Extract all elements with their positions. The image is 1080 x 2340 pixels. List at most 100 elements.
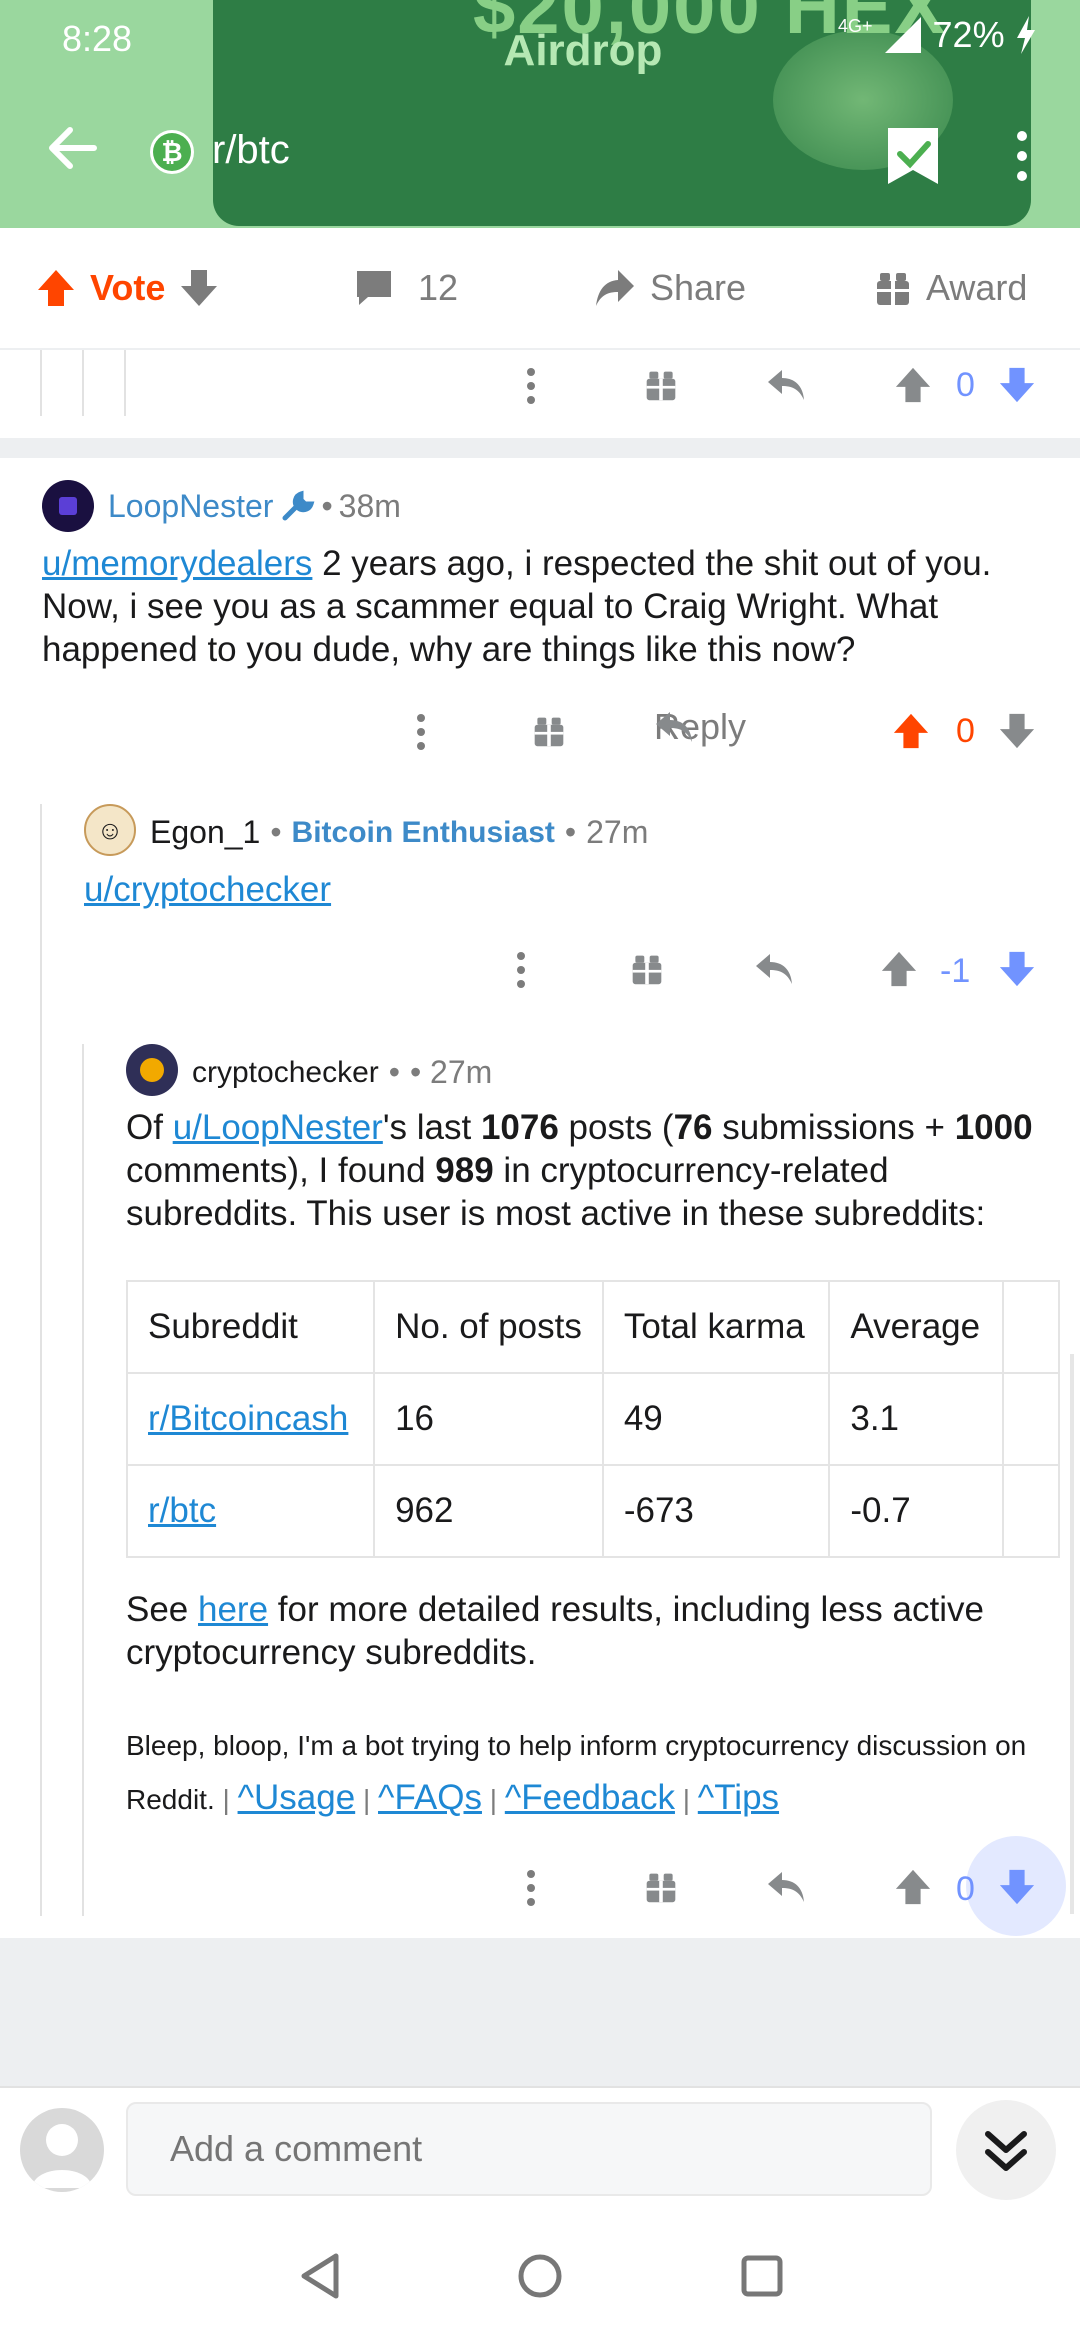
table-row: r/btc 962 -673 -0.7 [126,1464,1060,1558]
reply-icon[interactable] [766,1870,806,1904]
nav-back-icon[interactable] [298,2252,342,2300]
comment-input[interactable] [126,2102,932,2196]
charging-icon [1016,16,1035,54]
person-icon [32,2124,92,2188]
comment2-header: Egon_1 • Bitcoin Enthusiast • 27m [150,814,649,851]
table-header-row: Subreddit No. of posts Total karma Avera… [126,1280,1060,1374]
nav-home-icon[interactable] [516,2252,564,2300]
comment-time: 38m [338,488,401,524]
bitcoin-icon: ₿ [153,133,191,171]
avatar[interactable] [42,480,94,532]
post-action-bar: Vote 12 Share Award [0,228,1080,350]
share-label: Share [650,267,747,308]
tips-link[interactable]: ^Tips [698,1778,779,1817]
more-options-icon[interactable] [414,712,428,752]
downvote-icon[interactable] [998,950,1036,988]
author-name[interactable]: cryptochecker [192,1056,379,1090]
comment3-paragraph-1: Of u/LoopNester's last 1076 posts (76 su… [126,1108,1033,1233]
subreddit-logo[interactable]: ₿ [146,126,198,178]
gift-icon[interactable] [644,1870,678,1904]
more-options-icon[interactable] [524,366,538,406]
more-options-icon[interactable] [514,950,528,990]
list-end-spacer [0,1938,1080,2086]
comment-time: • 27m [409,1054,493,1090]
thread-line[interactable] [82,1044,84,1916]
thread-line[interactable] [40,804,42,1916]
reply-button[interactable]: Reply [654,706,746,748]
usage-link[interactable]: ^Usage [238,1778,356,1817]
upvote-icon[interactable] [894,1868,932,1906]
table-scrollbar[interactable] [1070,1354,1074,1914]
saved-bookmark-icon[interactable] [884,124,942,188]
award-button[interactable]: Award [874,228,1027,348]
system-nav-bar [0,2222,1080,2340]
column-header: Subreddit [126,1280,376,1374]
table-cell: 3.1 [828,1372,1004,1466]
comment-icon [357,271,391,305]
user-mention-link[interactable]: u/memorydealers [42,544,312,583]
downvote-icon[interactable] [998,1868,1036,1906]
upvote-icon[interactable] [892,712,930,750]
avatar[interactable] [126,1044,178,1096]
nav-recents-icon[interactable] [740,2254,784,2298]
gift-icon[interactable] [630,952,664,986]
downvote-icon[interactable] [179,268,219,308]
thread-separator [0,438,1080,458]
table-cell: 16 [373,1372,604,1466]
subreddit-link[interactable]: r/Bitcoincash [148,1399,348,1438]
author-name[interactable]: LoopNester [108,488,273,525]
downvote-icon[interactable] [998,712,1036,750]
comment-time: 27m [586,814,649,850]
double-chevron-down-icon [985,2131,1027,2171]
upvote-icon[interactable] [36,268,76,308]
reply-icon[interactable] [754,952,794,986]
column-header: No. of posts [373,1280,604,1374]
table-cell: -0.7 [828,1464,1004,1558]
bot-footer: Bleep, bloop, I'm a bot trying to help i… [126,1730,1027,1817]
network-label: 4G+ [838,15,873,36]
share-button[interactable]: Share [594,228,746,348]
gift-icon[interactable] [644,368,678,402]
table-cell: 49 [601,1372,831,1466]
subreddit-stats-table[interactable]: Subreddit No. of posts Total karma Avera… [126,1280,1060,1558]
gift-icon [877,273,909,305]
faqs-link[interactable]: ^FAQs [378,1778,482,1817]
comment1-score: 0 [956,712,975,750]
collapse-comments-button[interactable] [956,2100,1056,2200]
feedback-link[interactable]: ^Feedback [505,1778,675,1817]
subreddit-link[interactable]: r/btc [148,1491,216,1530]
share-icon [596,270,634,306]
author-name[interactable]: Egon_1 [150,814,260,851]
table-cell: -673 [601,1464,831,1558]
moderator-wrench-icon [282,490,315,520]
comment3-paragraph-2: See here for more detailed results, incl… [126,1590,984,1672]
downvote-icon[interactable] [998,366,1036,404]
user-mention-link[interactable]: u/cryptochecker [84,870,331,909]
upvote-icon[interactable] [880,950,918,988]
subreddit-title[interactable]: r/btc [212,128,290,173]
reply-icon[interactable] [766,368,806,402]
back-arrow-icon[interactable] [44,120,100,176]
comments-button[interactable]: 12 [354,228,458,348]
gift-icon[interactable] [532,714,566,748]
award-label: Award [926,267,1028,308]
status-indicators: 4G+ 72% [838,14,1037,56]
user-avatar[interactable] [20,2108,104,2192]
status-time: 8:28 [62,18,133,59]
comment2-body: u/cryptochecker [84,868,331,911]
details-link[interactable]: here [198,1590,268,1629]
overflow-menu-icon[interactable] [1012,128,1032,184]
more-options-icon[interactable] [524,1868,538,1908]
reply-icon [656,712,692,742]
user-mention-link[interactable]: u/LoopNester [173,1108,383,1147]
comment1-header: LoopNester • 38m [108,488,401,525]
avatar[interactable]: ☺ [84,804,136,856]
vote-group: Vote [36,228,219,348]
battery-percent: 72% [932,14,1005,55]
comment3-header: cryptochecker • • 27m [192,1054,493,1090]
comment-count: 12 [418,267,459,308]
user-flair: Bitcoin Enthusiast [291,815,555,849]
table-cell: 962 [373,1464,604,1558]
upvote-icon[interactable] [894,366,932,404]
vote-label: Vote [90,267,166,308]
